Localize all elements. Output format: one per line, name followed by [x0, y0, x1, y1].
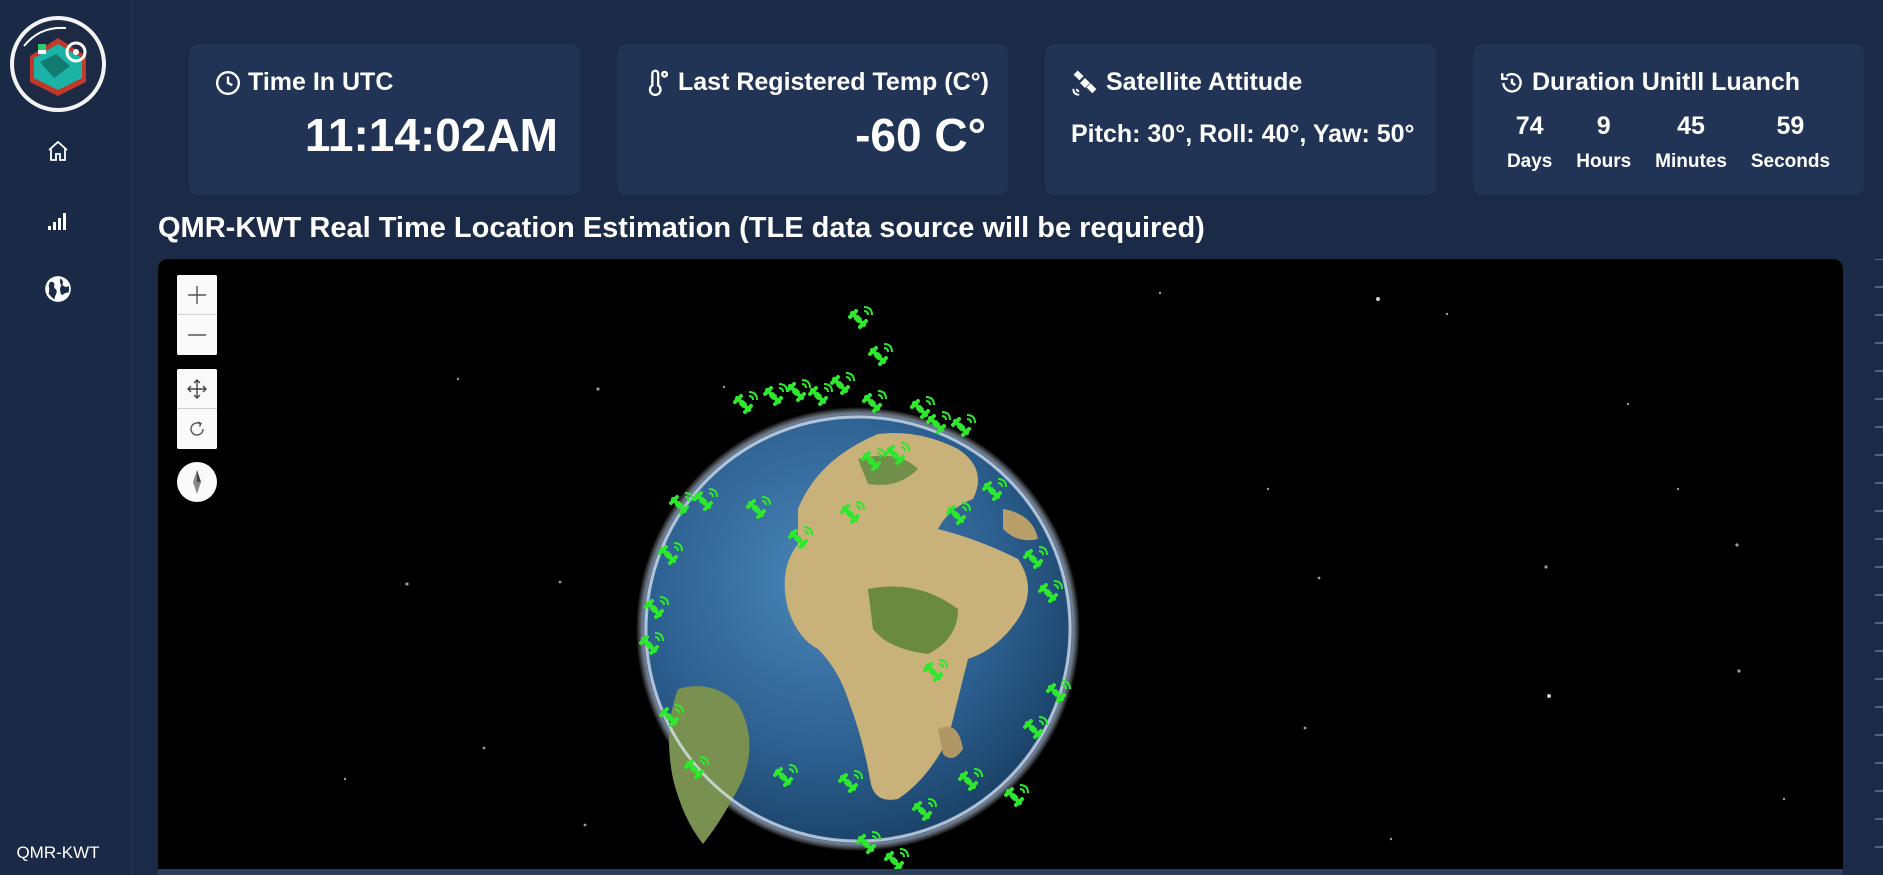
temperature-card: Last Registered Temp (C°) -60 C°	[617, 44, 1008, 195]
rotate-icon	[190, 421, 204, 436]
countdown-minutes-value: 45	[1677, 112, 1705, 140]
countdown-hours: 9 Hours	[1576, 112, 1631, 173]
zoom-in-icon	[188, 285, 206, 304]
countdown-seconds: 59 Seconds	[1751, 112, 1830, 173]
time-card-label: Time In UTC	[248, 68, 394, 96]
countdown-card-title: Duration Unitll Luanch	[1499, 68, 1800, 97]
globe-icon	[45, 276, 71, 302]
sidebar-item-home[interactable]	[41, 134, 75, 168]
attitude-card: Satellite Attitude Pitch: 30°, Roll: 40°…	[1045, 44, 1436, 195]
timeline-bar[interactable]	[158, 869, 1843, 875]
scroll-ruler	[1875, 259, 1883, 848]
zoom-controls	[177, 275, 217, 355]
rotate-button[interactable]	[177, 409, 217, 449]
pan-button[interactable]	[177, 369, 217, 409]
map-title: QMR-KWT Real Time Location Estimation (T…	[158, 212, 1205, 244]
history-icon	[1501, 72, 1522, 93]
countdown-minutes-label: Minutes	[1655, 151, 1727, 172]
compass-button[interactable]	[177, 462, 217, 502]
sidebar-item-telemetry[interactable]	[41, 203, 75, 237]
countdown-hours-label: Hours	[1576, 151, 1632, 172]
time-card: Time In UTC 11:14:02AM	[189, 44, 580, 195]
zoom-out-button[interactable]	[177, 315, 217, 355]
app-brand: QMR-KWT	[16, 843, 100, 862]
temperature-card-title: Last Registered Temp (C°)	[643, 68, 989, 97]
signal-bars-icon	[48, 213, 66, 230]
zoom-in-button[interactable]	[177, 275, 217, 315]
countdown-card: Duration Unitll Luanch 74 Days 9 Hours 4…	[1473, 44, 1864, 195]
countdown-hours-value: 9	[1596, 112, 1611, 140]
countdown-units: 74 Days 9 Hours 45 Minutes 59 Seconds	[1495, 112, 1842, 173]
compass-icon	[193, 470, 201, 494]
time-card-title: Time In UTC	[215, 68, 393, 97]
mission-logo	[10, 16, 106, 112]
sidebar: QMR-KWT	[0, 0, 132, 875]
countdown-seconds-label: Seconds	[1750, 151, 1831, 172]
countdown-card-label: Duration Unitll Luanch	[1532, 68, 1801, 96]
earth-globe	[636, 407, 1080, 851]
globe-viewer[interactable]	[158, 259, 1843, 875]
utc-time-value: 11:14:02AM	[304, 109, 558, 161]
pan-icon	[187, 378, 207, 399]
attitude-card-title: Satellite Attitude	[1071, 68, 1302, 97]
zoom-out-icon	[188, 334, 206, 336]
countdown-days-label: Days	[1506, 151, 1553, 172]
attitude-value: Pitch: 30°, Roll: 40°, Yaw: 50°	[1071, 120, 1415, 148]
clock-icon	[215, 70, 241, 95]
sidebar-item-map[interactable]	[41, 272, 75, 306]
thermometer-icon	[648, 69, 669, 96]
countdown-seconds-value: 59	[1776, 112, 1805, 140]
globe-scene	[343, 291, 1786, 871]
temperature-value: -60 C°	[855, 109, 986, 161]
temperature-card-label: Last Registered Temp (C°)	[678, 68, 989, 96]
satellite-icon	[1072, 69, 1097, 96]
home-icon	[48, 140, 68, 161]
countdown-days: 74 Days	[1507, 112, 1552, 173]
countdown-days-value: 74	[1515, 112, 1544, 140]
navigation-controls	[177, 369, 217, 449]
countdown-minutes: 45 Minutes	[1655, 112, 1727, 173]
attitude-card-label: Satellite Attitude	[1106, 68, 1303, 96]
